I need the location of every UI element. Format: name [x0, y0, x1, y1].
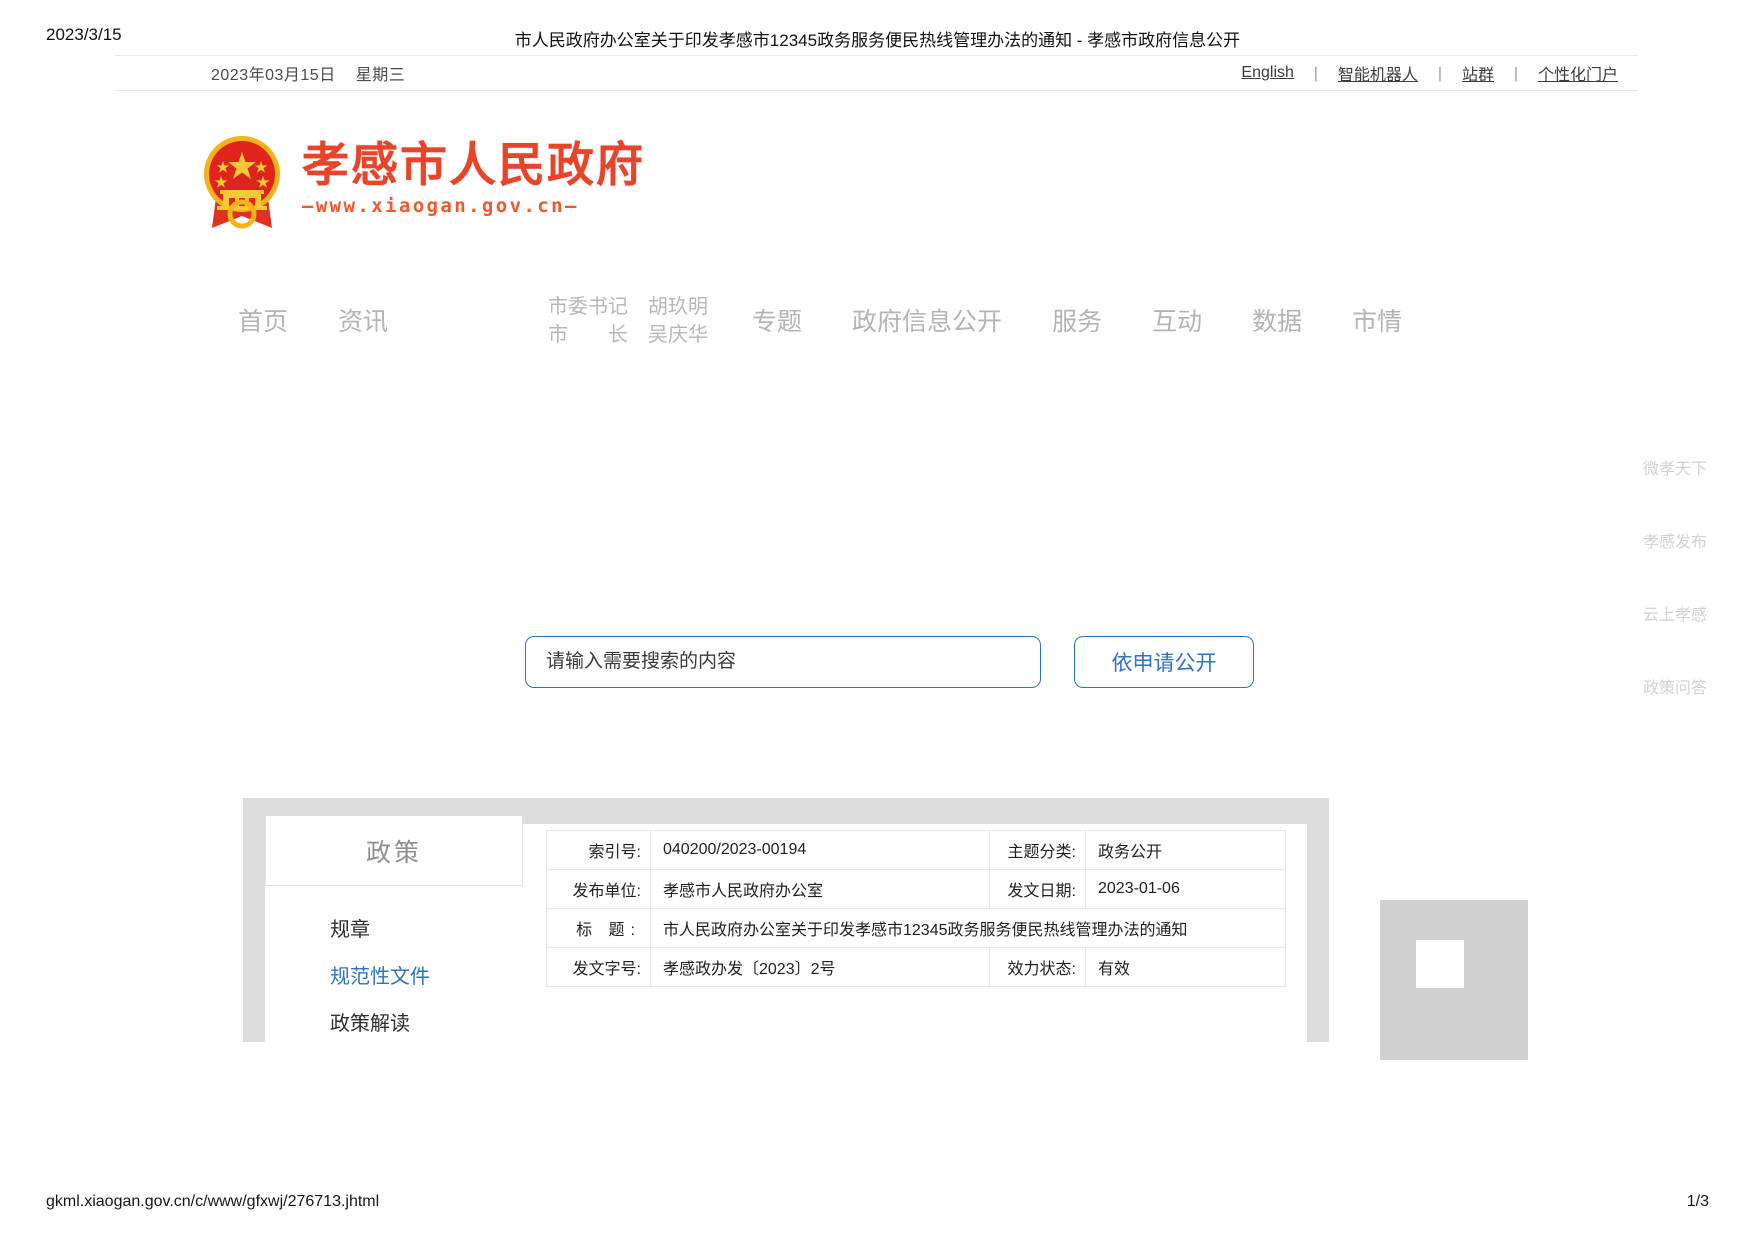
floating-item-xiaoganfabu[interactable]: 孝感发布 [1643, 528, 1707, 552]
leader-row-mayor[interactable]: 市 长 吴庆华 [548, 322, 708, 350]
cell-value-publisher: 孝感市人民政府办公室 [650, 869, 990, 909]
topbar-weekday: 星期三 [355, 67, 406, 84]
floating-item-zhengcewenda[interactable]: 政策问答 [1643, 674, 1707, 698]
cell-value-title: 市人民政府办公室关于印发孝感市12345政务服务便民热线管理办法的通知 [650, 908, 1286, 948]
content-frame-left [243, 798, 265, 1042]
nav-leaders-block[interactable]: 市委书记 胡玖明 市 长 吴庆华 [548, 294, 708, 349]
cell-value-document-number: 孝感政办发〔2023〕2号 [650, 947, 990, 987]
topbar-link-personal-portal[interactable]: 个性化门户 [1536, 61, 1620, 85]
table-row: 发文字号: 孝感政办发〔2023〕2号 效力状态: 有效 [546, 947, 1286, 987]
policy-sidebar: 政策 规章 规范性文件 政策解读 [265, 816, 523, 1045]
nav-item-government-info-disclosure[interactable]: 政府信息公开 [852, 309, 1002, 335]
sidebar-list: 规章 规范性文件 政策解读 [265, 886, 523, 1045]
footer-page-number: 1/3 [1686, 1193, 1709, 1210]
nav-item-news[interactable]: 资讯 [338, 309, 388, 335]
sidebar-item-normative-documents[interactable]: 规范性文件 [265, 951, 523, 998]
sidebar-header: 政策 [265, 816, 523, 886]
content-frame-right [1307, 798, 1329, 1042]
table-row: 标 题: 市人民政府办公室关于印发孝感市12345政务服务便民热线管理办法的通知 [546, 908, 1286, 948]
print-page-title: 市人民政府办公室关于印发孝感市12345政务服务便民热线管理办法的通知 - 孝感… [514, 31, 1241, 50]
topbar-link-english[interactable]: English [1239, 64, 1295, 82]
print-header: 2023/3/15 市人民政府办公室关于印发孝感市12345政务服务便民热线管理… [0, 0, 1755, 52]
nav-item-home[interactable]: 首页 [238, 309, 288, 335]
floating-sidebar: 微孝天下 孝感发布 云上孝感 政策问答 [1643, 455, 1707, 698]
cell-value-subject-category: 政务公开 [1085, 830, 1286, 870]
topbar-separator: 丨 [1431, 67, 1448, 84]
site-topbar: 2023年03月15日 星期三 English 丨 智能机器人 丨 站群 丨 个性… [115, 55, 1638, 91]
cell-label-index-number: 索引号: [546, 830, 651, 870]
logo-title: 孝感市人民政府 [302, 137, 645, 193]
topbar-link-sitegroup[interactable]: 站群 [1460, 61, 1496, 85]
apply-disclosure-button[interactable]: 依申请公开 [1074, 636, 1254, 688]
leader-role-party-secretary: 市委书记 [548, 296, 629, 319]
cell-label-document-number: 发文字号: [546, 947, 651, 987]
printed-web-page: 2023/3/15 市人民政府办公室关于印发孝感市12345政务服务便民热线管理… [0, 0, 1755, 1240]
floating-item-yunshangxiaogan[interactable]: 云上孝感 [1643, 601, 1707, 625]
sidebar-item-regulations[interactable]: 规章 [265, 904, 523, 951]
logo-text-block: 孝感市人民政府 —www.xiaogan.gov.cn— [302, 137, 645, 218]
missing-image-inner [1416, 940, 1464, 988]
cell-label-effectiveness-status: 效力状态: [989, 947, 1086, 987]
cell-value-effectiveness-status: 有效 [1085, 947, 1286, 987]
main-navigation: 首页 资讯 市委书记 胡玖明 市 长 吴庆华 专题 政府信息公开 服务 互动 数… [238, 296, 1538, 348]
sidebar-item-label: 规范性文件 [330, 966, 430, 988]
topbar-separator: 丨 [1307, 67, 1324, 84]
nav-item-data[interactable]: 数据 [1252, 309, 1302, 335]
leader-role-mayor: 市 长 [548, 324, 629, 346]
sidebar-item-policy-interpretation[interactable]: 政策解读 [265, 998, 523, 1045]
footer-source-url: gkml.xiaogan.gov.cn/c/www/gfxwj/276713.j… [46, 1193, 380, 1210]
national-emblem-icon [196, 128, 288, 230]
leader-row-party-secretary[interactable]: 市委书记 胡玖明 [548, 294, 708, 322]
nav-item-services[interactable]: 服务 [1052, 309, 1102, 335]
search-row: 依申请公开 [525, 636, 1254, 688]
cell-value-index-number: 040200/2023-00194 [650, 830, 990, 870]
sidebar-item-label: 政策解读 [330, 1013, 410, 1035]
site-logo[interactable]: 孝感市人民政府 —www.xiaogan.gov.cn— [196, 128, 645, 230]
cell-value-publish-date: 2023-01-06 [1085, 869, 1286, 909]
nav-item-interaction[interactable]: 互动 [1152, 309, 1202, 335]
topbar-link-robot[interactable]: 智能机器人 [1336, 61, 1420, 85]
topbar-date-text: 2023年03月15日 [211, 67, 336, 84]
nav-item-city-profile[interactable]: 市情 [1352, 309, 1402, 335]
topbar-date: 2023年03月15日 星期三 [211, 61, 405, 85]
table-row: 索引号: 040200/2023-00194 主题分类: 政务公开 [546, 830, 1286, 870]
topbar-separator: 丨 [1507, 67, 1524, 84]
logo-url: —www.xiaogan.gov.cn— [302, 195, 579, 218]
leader-name-party-secretary: 胡玖明 [648, 296, 709, 319]
search-input[interactable] [525, 636, 1041, 688]
table-row: 发布单位: 孝感市人民政府办公室 发文日期: 2023-01-06 [546, 869, 1286, 909]
topbar-links: English 丨 智能机器人 丨 站群 丨 个性化门户 [1239, 61, 1620, 85]
cell-label-publish-date: 发文日期: [989, 869, 1086, 909]
leader-name-mayor: 吴庆华 [648, 324, 709, 346]
cell-label-publisher: 发布单位: [546, 869, 651, 909]
cell-label-subject-category: 主题分类: [989, 830, 1086, 870]
cell-label-title: 标 题: [546, 908, 651, 948]
missing-image-placeholder [1380, 900, 1528, 1060]
floating-item-weixiaotianxia[interactable]: 微孝天下 [1643, 455, 1707, 479]
document-metadata-table: 索引号: 040200/2023-00194 主题分类: 政务公开 发布单位: … [546, 830, 1286, 987]
nav-item-topics[interactable]: 专题 [752, 309, 802, 335]
sidebar-item-label: 规章 [330, 919, 370, 941]
